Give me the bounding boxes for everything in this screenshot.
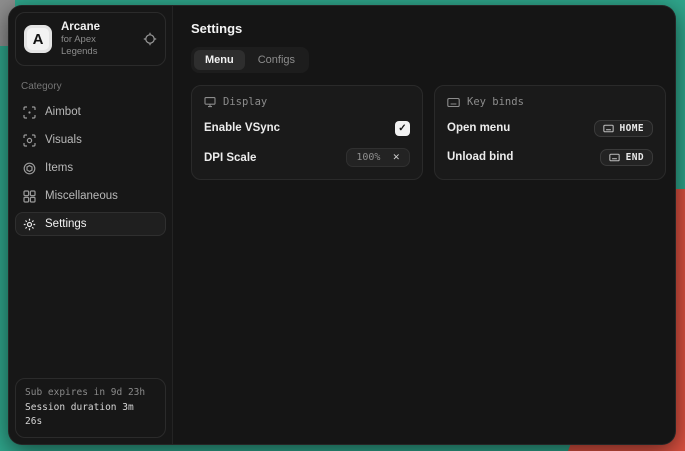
app-header-card: A Arcane for Apex Legends [15,12,166,66]
app-logo: A [24,25,52,53]
sidebar-item-label: Aimbot [45,106,81,118]
grid-icon [23,190,36,203]
dpi-scale-input[interactable]: 100% ✕ [346,148,410,167]
sidebar: A Arcane for Apex Legends Category [9,6,173,444]
unload-bind-label: Unload bind [447,151,513,163]
monitor-icon [204,96,216,108]
sidebar-item-items[interactable]: Items [15,156,166,180]
sidebar-item-settings[interactable]: Settings [15,212,166,236]
settings-tab-bar: Menu Configs [191,47,309,73]
crosshair-scan-icon [23,106,36,119]
sidebar-item-aimbot[interactable]: Aimbot [15,100,166,124]
open-menu-label: Open menu [447,122,510,134]
page-title: Settings [191,21,666,36]
arcane-overlay-window: A Arcane for Apex Legends Category [8,5,676,445]
session-duration-text: Session duration 3m 26s [25,401,156,430]
display-card-title: Display [223,96,267,108]
keybinds-card: Key binds Open menu HOME [434,85,666,180]
sidebar-item-visuals[interactable]: Visuals [15,128,166,152]
tab-configs[interactable]: Configs [247,50,306,70]
keyboard-icon [609,153,620,162]
vsync-checkbox[interactable]: ✓ [395,121,410,136]
sub-expiry-text: Sub expires in 9d 23h [25,386,156,401]
settings-cards-row: Display Enable VSync ✓ DPI Scale 100% ✕ [191,85,666,180]
keyboard-icon [603,124,614,133]
unload-bind-key: END [626,152,644,163]
sidebar-item-miscellaneous[interactable]: Miscellaneous [15,184,166,208]
sidebar-item-label: Visuals [45,134,82,146]
sidebar-item-label: Items [45,162,73,174]
gear-icon [23,218,36,231]
eye-scan-icon [23,134,36,147]
sidebar-spacer [15,236,166,378]
app-title: Arcane [61,20,134,34]
sidebar-item-label: Settings [45,218,87,230]
display-card-header: Display [204,96,410,108]
sidebar-item-label: Miscellaneous [45,190,118,202]
keybinds-card-header: Key binds [447,96,653,108]
dpi-scale-row: DPI Scale 100% ✕ [204,148,410,167]
app-header-text: Arcane for Apex Legends [61,20,134,58]
dpi-scale-value: 100% [347,149,389,166]
package-icon [23,162,36,175]
display-card: Display Enable VSync ✓ DPI Scale 100% ✕ [191,85,423,180]
subscription-info-box: Sub expires in 9d 23h Session duration 3… [15,378,166,438]
app-subtitle: for Apex Legends [61,34,134,58]
dpi-clear-button[interactable]: ✕ [389,149,409,166]
open-menu-row: Open menu HOME [447,119,653,137]
open-menu-key: HOME [620,123,644,134]
keybinds-card-title: Key binds [467,96,524,108]
tab-menu[interactable]: Menu [194,50,245,70]
unload-bind-row: Unload bind END [447,148,653,166]
vsync-label: Enable VSync [204,122,280,134]
sidebar-nav: Aimbot Visuals [15,100,166,236]
main-content: Settings Menu Configs Display [173,6,676,444]
dpi-scale-label: DPI Scale [204,152,256,164]
unload-bind-keybind[interactable]: END [600,149,653,166]
open-menu-keybind[interactable]: HOME [594,120,653,137]
crosshair-target-icon[interactable] [143,32,157,46]
category-section-label: Category [21,81,160,92]
vsync-row: Enable VSync ✓ [204,119,410,137]
keyboard-icon [447,97,460,108]
